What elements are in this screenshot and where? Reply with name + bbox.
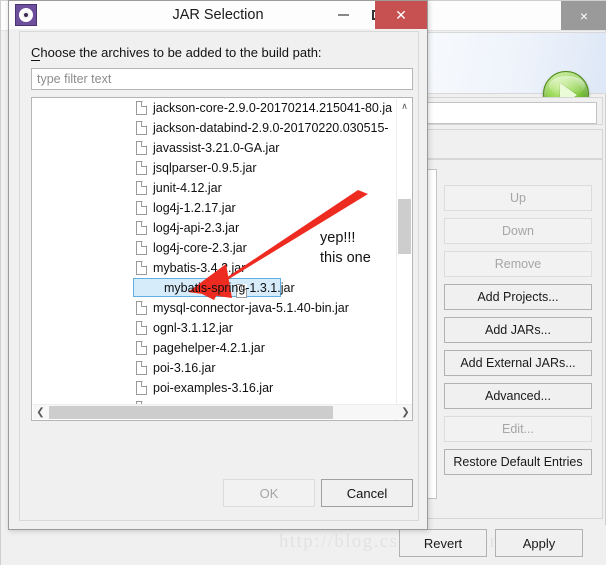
horizontal-scrollbar-thumb[interactable]: [49, 406, 333, 419]
ok-button[interactable]: OK: [223, 479, 315, 507]
file-icon: [136, 381, 147, 395]
dialog-minimize-button[interactable]: [327, 1, 359, 29]
down-button[interactable]: Down: [444, 218, 592, 244]
edit-button[interactable]: Edit...: [444, 416, 592, 442]
file-icon: [136, 201, 147, 215]
list-item-label: jackson-databind-2.9.0-20170220.030515-: [153, 121, 389, 135]
annotation-line-1: yep!!!: [320, 230, 356, 246]
vertical-scrollbar[interactable]: ∧ ∨: [396, 99, 412, 420]
list-item[interactable]: pagehelper-4.2.1.jar: [32, 338, 397, 358]
list-item[interactable]: junit-4.12.jar: [32, 178, 397, 198]
file-icon: [136, 261, 147, 275]
cancel-button[interactable]: Cancel: [321, 479, 413, 507]
list-item-label: poi-examples-3.16.jar: [153, 381, 274, 395]
dialog-titlebar[interactable]: JAR Selection ✕: [9, 1, 427, 29]
list-item-label: log4j-core-2.3.jar: [153, 241, 247, 255]
file-icon: [136, 241, 147, 255]
restore-default-entries-button[interactable]: Restore Default Entries: [444, 449, 592, 475]
file-icon: [136, 301, 147, 315]
list-item-selected[interactable]: mybatis-spring-1.3.1.jar: [32, 278, 397, 298]
file-icon: [136, 121, 147, 135]
apply-button[interactable]: Apply: [495, 529, 583, 557]
list-item[interactable]: ognl-3.1.12.jar: [32, 318, 397, 338]
add-external-jars-button[interactable]: Add External JARs...: [444, 350, 592, 376]
remove-button[interactable]: Remove: [444, 251, 592, 277]
horizontal-scrollbar[interactable]: ❮ ❯: [33, 404, 412, 420]
list-item[interactable]: jsqlparser-0.9.5.jar: [32, 158, 397, 178]
background-close-button[interactable]: ×: [561, 1, 606, 30]
dialog-instruction-label: Choose the archives to be added to the b…: [31, 45, 322, 61]
vertical-scrollbar-thumb[interactable]: [398, 199, 411, 254]
advanced-button[interactable]: Advanced...: [444, 383, 592, 409]
file-icon: [136, 221, 147, 235]
up-button[interactable]: Up: [444, 185, 592, 211]
scroll-right-icon[interactable]: ❯: [398, 405, 412, 420]
file-icon: [136, 181, 147, 195]
dialog-close-button[interactable]: ✕: [375, 1, 427, 29]
filter-input-placeholder: type filter text: [37, 72, 112, 86]
scroll-left-icon[interactable]: ❮: [33, 405, 48, 420]
list-item[interactable]: poi-examples-3.16.jar: [32, 378, 397, 398]
background-side-button-column: Up Down Remove Add Projects... Add JARs.…: [444, 185, 592, 482]
list-item[interactable]: mysql-connector-java-5.1.40-bin.jar: [32, 298, 397, 318]
list-item[interactable]: poi-3.16.jar: [32, 358, 397, 378]
list-item-label: log4j-api-2.3.jar: [153, 221, 240, 235]
add-projects-button[interactable]: Add Projects...: [444, 284, 592, 310]
screenshot-root: × Up Down Remove Add Projects... Add JAR…: [0, 0, 606, 565]
list-item-label: ognl-3.1.12.jar: [153, 321, 233, 335]
list-item-label: javassist-3.21.0-GA.jar: [153, 141, 280, 155]
list-item-label: poi-3.16.jar: [153, 361, 216, 375]
list-item-label: junit-4.12.jar: [153, 181, 222, 195]
list-item-label: jsqlparser-0.9.5.jar: [153, 161, 257, 175]
file-icon: [136, 161, 147, 175]
list-item-label: pagehelper-4.2.1.jar: [153, 341, 265, 355]
list-item-label: mybatis-3.4.2.jar: [153, 261, 246, 275]
file-icon: [136, 101, 147, 115]
list-item-label: log4j-1.2.17.jar: [153, 201, 236, 215]
file-icon: [136, 141, 147, 155]
list-item-label: mybatis-spring-1.3.1.jar: [164, 281, 295, 295]
dialog-instruction-mnemonic: C: [31, 45, 41, 61]
list-item[interactable]: jackson-core-2.9.0-20170214.215041-80.ja: [32, 98, 397, 118]
dialog-instruction-rest: hoose the archives to be added to the bu…: [40, 45, 322, 60]
file-icon: [136, 341, 147, 355]
list-item[interactable]: javassist-3.21.0-GA.jar: [32, 138, 397, 158]
list-item-label: mysql-connector-java-5.1.40-bin.jar: [153, 301, 349, 315]
revert-button[interactable]: Revert: [399, 529, 487, 557]
file-icon: [136, 321, 147, 335]
annotation-line-2: this one: [320, 250, 371, 266]
list-item[interactable]: log4j-1.2.17.jar: [32, 198, 397, 218]
play-button-gloss: [549, 76, 585, 96]
list-item[interactable]: jackson-databind-2.9.0-20170220.030515-: [32, 118, 397, 138]
filter-input[interactable]: type filter text: [31, 68, 413, 90]
list-item-label: jackson-core-2.9.0-20170214.215041-80.ja: [153, 101, 393, 115]
add-jars-button[interactable]: Add JARs...: [444, 317, 592, 343]
file-icon: [136, 361, 147, 375]
scroll-up-icon[interactable]: ∧: [397, 99, 412, 114]
